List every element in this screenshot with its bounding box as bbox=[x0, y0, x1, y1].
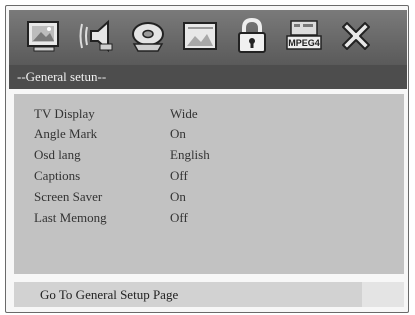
setting-label: Last Memong bbox=[34, 210, 107, 225]
setting-label: Osd lang bbox=[34, 147, 81, 162]
settings-panel: TV Display Wide Angle Mark On Osd lang E… bbox=[14, 94, 404, 274]
preference-icon[interactable] bbox=[179, 14, 221, 58]
setting-label: Angle Mark bbox=[34, 126, 98, 141]
setting-label: Captions bbox=[34, 168, 81, 183]
section-title: --General setun-- bbox=[17, 69, 107, 84]
mpeg4-icon[interactable]: MPEG4 bbox=[283, 14, 325, 58]
setting-value[interactable]: Wide bbox=[170, 106, 198, 122]
setting-value[interactable]: Off bbox=[170, 168, 188, 184]
help-text: Go To General Setup Page bbox=[40, 286, 179, 302]
setting-value[interactable]: English bbox=[170, 147, 210, 163]
setting-value[interactable]: On bbox=[170, 189, 186, 205]
setting-value[interactable]: On bbox=[170, 126, 186, 142]
general-setup-icon[interactable] bbox=[23, 14, 65, 58]
mpeg4-label: MPEG4 bbox=[288, 38, 320, 48]
setting-label: Screen Saver bbox=[34, 189, 103, 204]
video-setup-icon[interactable] bbox=[127, 14, 169, 58]
setting-value[interactable]: Off bbox=[170, 210, 188, 226]
help-bar: Go To General Setup Page bbox=[14, 282, 362, 307]
audio-setup-icon[interactable] bbox=[75, 14, 117, 58]
setting-label: TV Display bbox=[34, 106, 95, 121]
section-title-bar: --General setun-- bbox=[9, 65, 407, 89]
exit-icon[interactable] bbox=[335, 14, 377, 58]
password-icon[interactable] bbox=[231, 14, 273, 58]
setup-toolbar: MPEG4 bbox=[9, 10, 407, 65]
help-bar-edge bbox=[362, 282, 404, 307]
